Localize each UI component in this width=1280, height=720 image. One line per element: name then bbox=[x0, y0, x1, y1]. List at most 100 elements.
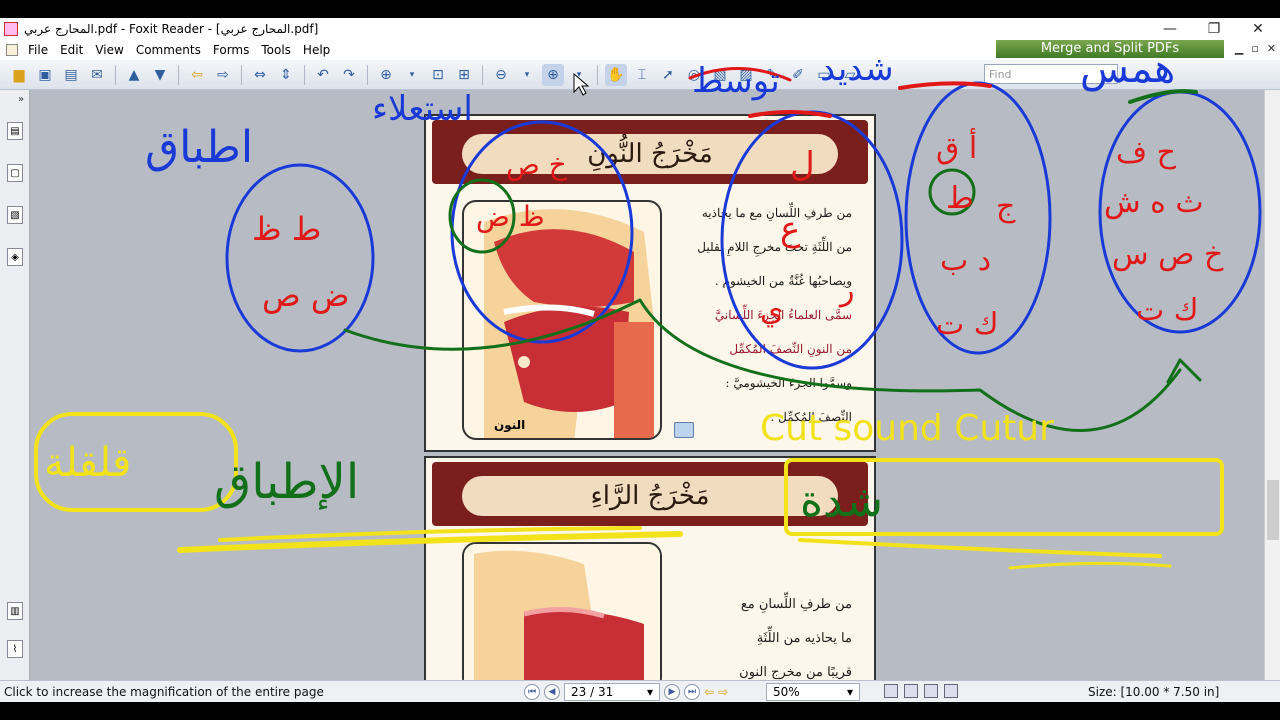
main-toolbar: ▆ ▣ ▤ ✉ ▲ ▼ ⇦ ⇨ ⇔ ⇕ ↶ ↷ ⊕ ▾ ⊡ ⊞ ⊖ ▾ ⊕ ▾ … bbox=[0, 60, 1280, 90]
actual-size-icon[interactable]: ⊡ bbox=[427, 64, 449, 86]
menu-comments[interactable]: Comments bbox=[130, 43, 207, 57]
note-icon[interactable]: ✐ bbox=[787, 64, 809, 86]
save-icon[interactable]: ▣ bbox=[34, 64, 56, 86]
comments-panel-icon[interactable]: ▥ bbox=[7, 602, 23, 620]
snapshot-icon[interactable]: ▧ bbox=[709, 64, 731, 86]
document-icon[interactable] bbox=[6, 44, 18, 56]
page-comment-note-icon[interactable] bbox=[674, 422, 694, 438]
text-line: من النونِ النِّصفَ المُكمِّل bbox=[729, 342, 852, 356]
rotate-right-icon[interactable]: ↷ bbox=[338, 64, 360, 86]
illustration-label: النون bbox=[494, 418, 526, 432]
facing-icon[interactable] bbox=[924, 684, 938, 698]
zoom-out-icon[interactable]: ⊖ bbox=[490, 64, 512, 86]
page-number-field[interactable]: 23 / 31 ▾ bbox=[564, 683, 660, 701]
image-icon[interactable]: ▨ bbox=[735, 64, 757, 86]
binoculars-icon[interactable]: ◎ bbox=[683, 64, 705, 86]
status-message: Click to increase the magnification of t… bbox=[4, 685, 324, 699]
hand-tool-icon[interactable]: ✋ bbox=[605, 63, 627, 86]
continuous-icon[interactable] bbox=[904, 684, 918, 698]
title-bar: المحارج عربي.pdf - Foxit Reader - [المحا… bbox=[0, 18, 1280, 40]
merge-split-banner[interactable]: Merge and Split PDFs bbox=[996, 40, 1224, 58]
next-page-icon[interactable]: ▼ bbox=[149, 64, 171, 86]
minimize-button[interactable]: — bbox=[1148, 21, 1192, 37]
page-layout-buttons bbox=[884, 684, 958, 698]
mouth-diagram-image: النون bbox=[462, 200, 662, 440]
page-title: مَخْرَجُ الرَّاءِ bbox=[462, 476, 838, 516]
zoom-value: 50% bbox=[773, 685, 800, 699]
doc-restore-icon[interactable]: ▫ bbox=[1251, 42, 1258, 55]
history-back-icon[interactable]: ⇦ bbox=[704, 685, 714, 699]
zoom-in-icon[interactable]: ⊕ bbox=[375, 64, 397, 86]
page-indicator: 23 / 31 bbox=[571, 685, 614, 699]
menu-help[interactable]: Help bbox=[297, 43, 336, 57]
menu-tools[interactable]: Tools bbox=[255, 43, 297, 57]
doc-close-icon[interactable]: ✕ bbox=[1267, 42, 1276, 55]
open-folder-icon[interactable]: ▆ bbox=[8, 64, 30, 86]
single-page-icon[interactable] bbox=[884, 684, 898, 698]
mouth-diagram-image bbox=[462, 542, 662, 692]
toolbar-separator bbox=[367, 64, 368, 85]
text-line: من طرفِ اللِّسانِ مع bbox=[740, 597, 852, 612]
vertical-scrollbar[interactable] bbox=[1264, 90, 1280, 680]
doc-minimize-icon[interactable]: ▁ bbox=[1235, 42, 1243, 55]
first-page-icon[interactable]: ⏮ bbox=[524, 684, 540, 700]
history-forward-icon[interactable]: ⇨ bbox=[718, 685, 728, 699]
previous-page-icon[interactable]: ▲ bbox=[123, 64, 145, 86]
text-line: من اللِّثَةِ تحتَ مخرجِ اللامِ بقليل bbox=[697, 240, 852, 254]
forward-icon[interactable]: ⇨ bbox=[212, 64, 234, 86]
comment-icon[interactable]: ▱ bbox=[839, 64, 861, 86]
scrollbar-thumb[interactable] bbox=[1267, 480, 1279, 540]
page-navigation: ⏮ ◀ 23 / 31 ▾ ▶ ⏭ ⇦ ⇨ bbox=[524, 683, 728, 701]
toolbar-separator bbox=[597, 64, 598, 85]
zoom-select[interactable]: 50% ▾ bbox=[766, 683, 860, 701]
toolbar-separator bbox=[178, 64, 179, 85]
status-bar: Click to increase the magnification of t… bbox=[0, 680, 1280, 702]
page-dropdown-icon[interactable]: ▾ bbox=[647, 685, 653, 699]
continuous-facing-icon[interactable] bbox=[944, 684, 958, 698]
back-icon[interactable]: ⇦ bbox=[186, 64, 208, 86]
zoom-dropdown-icon[interactable]: ▾ bbox=[401, 64, 423, 86]
close-button[interactable]: ✕ bbox=[1236, 21, 1280, 37]
navigation-panel: » ▤ ▢ ▧ ◈ ▥ ⌇ bbox=[0, 90, 30, 680]
maximize-button[interactable]: ❐ bbox=[1192, 21, 1236, 37]
select-arrow-icon[interactable]: ➚ bbox=[657, 64, 679, 86]
foxit-app-icon bbox=[4, 22, 18, 36]
print-icon[interactable]: ▤ bbox=[60, 64, 82, 86]
pdf-page-raa: مَخْرَجُ الرَّاءِ من طرفِ اللِّسانِ مع م… bbox=[424, 456, 876, 692]
typewriter-icon[interactable]: ✎ bbox=[761, 64, 783, 86]
page-body-text: من طرفِ اللِّسانِ مع ما يحاذيه من اللِّث… bbox=[662, 196, 852, 434]
email-icon[interactable]: ✉ bbox=[86, 64, 108, 86]
menu-edit[interactable]: Edit bbox=[54, 43, 89, 57]
pages-icon[interactable]: ▢ bbox=[7, 164, 23, 182]
last-page-icon[interactable]: ⏭ bbox=[684, 684, 700, 700]
fit-visible-icon[interactable]: ⊞ bbox=[453, 64, 475, 86]
fit-width-icon[interactable]: ⇔ bbox=[249, 64, 271, 86]
pdf-page-noon: مَخْرَجُ النُّونِ النون من طرفِ اللِّسان… bbox=[424, 114, 876, 452]
toolbar-separator bbox=[241, 64, 242, 85]
text-line: من طرفِ اللِّسانِ مع ما يحاذيه bbox=[701, 206, 852, 220]
highlight-icon[interactable]: ▭ bbox=[813, 64, 835, 86]
document-area[interactable]: » ▤ ▢ ▧ ◈ ▥ ⌇ مَخْرَجُ النُّونِ النون من… bbox=[0, 90, 1280, 692]
attachments-list-icon[interactable]: ◈ bbox=[7, 248, 23, 266]
text-line: سمَّى العلماءُ الجزءَ اللِّسانيَّ bbox=[714, 308, 852, 322]
menu-file[interactable]: File bbox=[22, 43, 54, 57]
fit-page-icon[interactable]: ⇕ bbox=[275, 64, 297, 86]
magnify-dropdown-icon[interactable]: ▾ bbox=[568, 64, 590, 86]
menu-view[interactable]: View bbox=[89, 43, 129, 57]
find-input[interactable]: Find bbox=[984, 64, 1118, 84]
zoom-out-dropdown-icon[interactable]: ▾ bbox=[516, 64, 538, 86]
next-page-status-icon[interactable]: ▶ bbox=[664, 684, 680, 700]
layers-icon[interactable]: ▧ bbox=[7, 206, 23, 224]
zoom-dropdown-arrow-icon[interactable]: ▾ bbox=[847, 685, 853, 699]
menu-forms[interactable]: Forms bbox=[207, 43, 255, 57]
expand-panel-icon[interactable]: » bbox=[18, 94, 24, 105]
paperclip-icon[interactable]: ⌇ bbox=[7, 640, 23, 658]
text-select-icon[interactable]: ⌶ bbox=[631, 64, 653, 86]
magnify-page-icon[interactable]: ⊕ bbox=[542, 63, 564, 86]
page-body-text: من طرفِ اللِّسانِ مع ما يحاذيه من اللِّث… bbox=[672, 588, 852, 690]
head-cross-section-illustration bbox=[464, 544, 660, 690]
rotate-left-icon[interactable]: ↶ bbox=[312, 64, 334, 86]
prev-page-icon[interactable]: ◀ bbox=[544, 684, 560, 700]
bookmarks-icon[interactable]: ▤ bbox=[7, 122, 23, 140]
text-line: ويصاحبُها غُنَّةٌ من الخيشوم . bbox=[714, 274, 852, 288]
